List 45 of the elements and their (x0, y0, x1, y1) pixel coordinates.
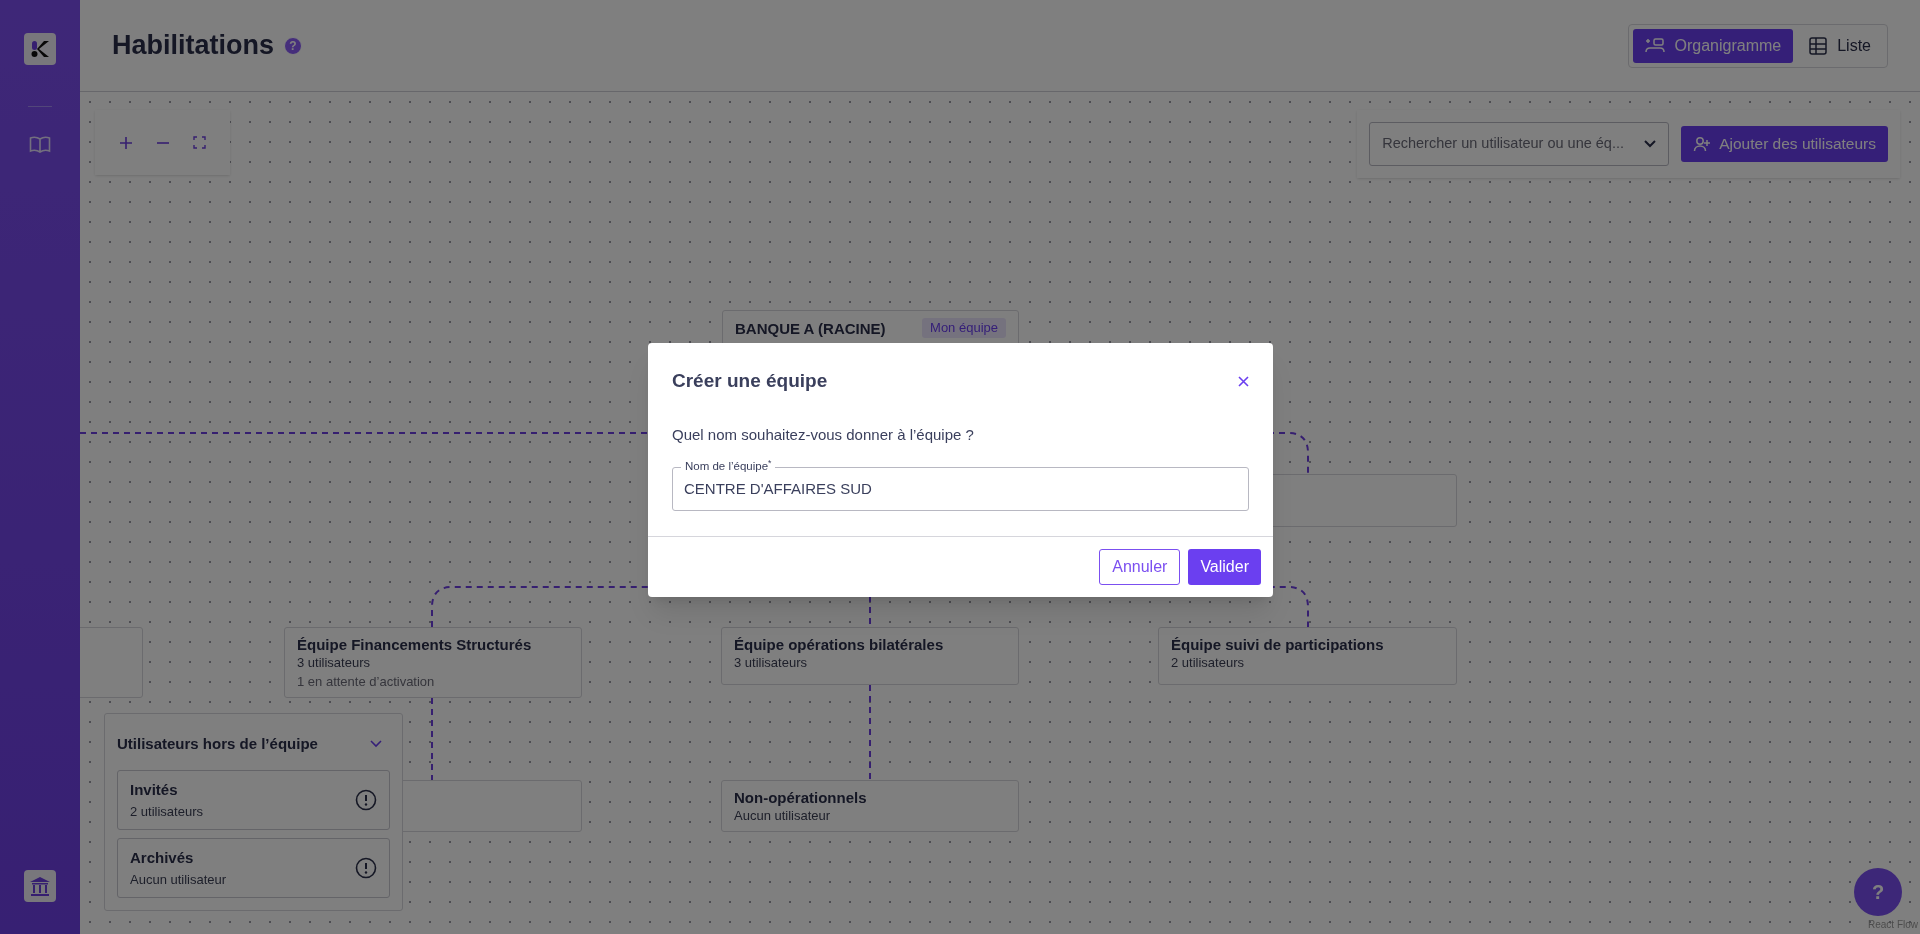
search-dropdown[interactable]: Rechercher un utilisateur ou une éq... (1369, 122, 1670, 166)
group-title: Invités (130, 780, 179, 800)
node-subtitle: 2 utilisateurs (1171, 655, 1245, 671)
logo-icon[interactable] (24, 33, 56, 65)
chevron-down-icon (1644, 140, 1657, 148)
validate-button[interactable]: Valider (1188, 549, 1261, 585)
dialog-question: Quel nom souhaitez-vous donner à l’équipe ? (672, 424, 975, 445)
node-subtitle: 3 utilisateurs (297, 655, 371, 671)
close-icon[interactable] (1238, 375, 1249, 387)
fit-view-icon[interactable] (193, 136, 207, 149)
bank-icon[interactable] (24, 870, 56, 902)
dialog-title: Créer une équipe (672, 369, 828, 393)
user-plus-icon (1693, 136, 1712, 152)
team-node[interactable]: Équipe opérations bilatérales 3 utilisateurs (721, 627, 1019, 685)
node-title: Équipe suivi de participations (1171, 635, 1385, 655)
warning-icon (355, 789, 377, 811)
node-subtitle: 1 en attente d’activation (297, 673, 436, 691)
cancel-button[interactable]: Annuler (1099, 549, 1181, 585)
node-title: BANQUE A (RACINE) (735, 319, 886, 339)
page-title: Habilitations (112, 29, 274, 63)
help-button[interactable]: ? (1854, 868, 1902, 916)
zoom-in-icon[interactable] (118, 135, 133, 150)
book-icon[interactable] (29, 135, 51, 155)
view-tab[interactable]: Organigramme (1632, 28, 1794, 63)
node-title: Équipe opérations bilatérales (734, 635, 945, 655)
team-node[interactable]: Équipe Financements Structurés 3 utilisateurs 1 en attente d’activation (284, 627, 582, 698)
chevron-icon[interactable] (370, 740, 382, 748)
group-card[interactable]: Invités 2 utilisateurs (117, 770, 390, 830)
group-subtitle: Aucun utilisateur (130, 870, 227, 889)
team-node[interactable]: Équipe suivi de participations 2 utilisateurs (1158, 627, 1457, 685)
node-title: Non-opérationnels (734, 788, 868, 808)
node-title: Équipe Financements Structurés (297, 635, 533, 655)
node-subtitle: 3 utilisateurs (734, 655, 808, 671)
help-icon[interactable]: ? (284, 36, 302, 55)
team-node[interactable]: Non-opérationnels Aucun utilisateur (721, 780, 1019, 832)
warning-icon (355, 857, 377, 879)
node-subtitle: Aucun utilisateur (734, 808, 832, 824)
group-subtitle: 2 utilisateurs (130, 802, 203, 821)
org-chart-icon (1644, 36, 1665, 55)
team-badge: Mon équipe (922, 318, 1006, 338)
table-icon (1809, 36, 1828, 55)
group-card[interactable]: Archivés Aucun utilisateur (117, 838, 390, 898)
add-users-button[interactable]: Ajouter des utilisateurs (1681, 126, 1888, 162)
panel-title: Utilisateurs hors de l’équipe (117, 733, 318, 754)
group-title: Archivés (130, 848, 195, 868)
